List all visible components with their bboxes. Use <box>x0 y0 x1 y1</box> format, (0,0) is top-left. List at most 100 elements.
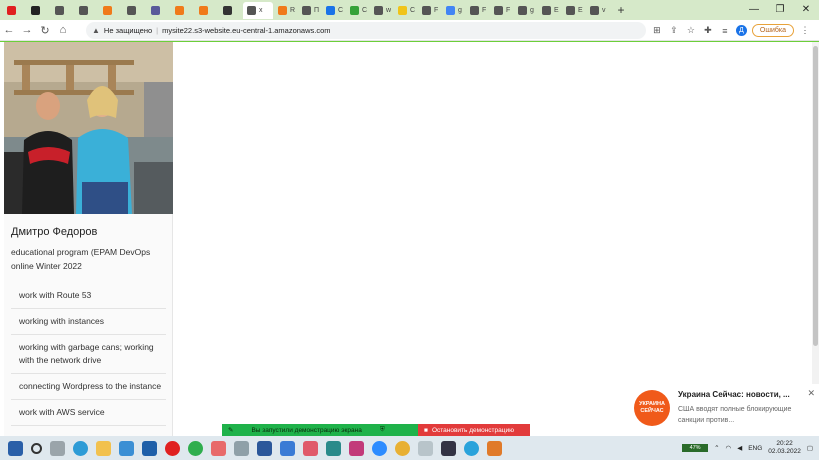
opera-icon[interactable] <box>165 440 180 456</box>
app-teal-icon[interactable] <box>326 440 341 456</box>
menu-item-wordpress[interactable]: connecting Wordpress to the instance <box>11 374 166 400</box>
browser-tab[interactable]: g <box>442 2 465 19</box>
clock-time: 20:22 <box>776 440 793 447</box>
chevron-up-icon[interactable]: ⌃ <box>714 444 719 452</box>
browser-tab[interactable]: x <box>243 1 273 19</box>
tab-favicon-icon <box>127 5 136 15</box>
screen-share-bar: ✎ Вы запустили демонстрацию экрана ⛨ ■ О… <box>222 424 530 436</box>
url-text[interactable]: mysite22.s3-website.eu-central-1.amazona… <box>162 26 330 35</box>
browser-tab[interactable]: C <box>346 2 369 19</box>
clock[interactable]: 20:22 02.03.2022 <box>768 440 801 456</box>
browser-tab[interactable]: g <box>514 2 537 19</box>
app-pink-icon[interactable] <box>303 440 318 456</box>
browser-tab[interactable]: v <box>586 2 609 19</box>
translate-icon[interactable]: ⊞ <box>651 25 663 36</box>
home-icon[interactable]: ⌂ <box>54 24 72 36</box>
page-scrollbar[interactable] <box>812 42 819 436</box>
menu-item-route53[interactable]: work with Route 53 <box>11 283 166 309</box>
browser-tab[interactable] <box>147 2 170 19</box>
close-icon[interactable]: ✕ <box>793 0 819 20</box>
profile-avatar[interactable]: Д <box>735 25 747 36</box>
search-icon[interactable] <box>31 442 42 454</box>
browser-tab[interactable] <box>171 2 194 19</box>
minimize-icon[interactable]: — <box>741 0 767 20</box>
explorer-icon[interactable] <box>96 440 111 456</box>
wifi-icon[interactable]: ◠ <box>726 444 732 452</box>
browser-tab[interactable] <box>195 2 218 19</box>
tab-label: F <box>434 6 439 14</box>
browser-tab[interactable]: F <box>466 2 489 19</box>
browser-tab[interactable] <box>3 2 26 19</box>
browser-tab[interactable]: E <box>562 2 585 19</box>
news-notification[interactable]: УКРАИНА СЕЙЧАС Украина Сейчас: новости, … <box>628 384 819 436</box>
browser-tab[interactable]: F <box>418 2 441 19</box>
address-bar[interactable]: ▲ Не защищено | mysite22.s3-website.eu-c… <box>86 22 646 39</box>
menu-dots-icon[interactable]: ⋮ <box>799 25 811 36</box>
sidebar-menu: work with Route 53 working with instance… <box>11 283 166 426</box>
back-icon[interactable]: ← <box>0 24 18 36</box>
task-view-icon[interactable] <box>50 440 65 456</box>
app-l-icon[interactable] <box>119 440 134 456</box>
forward-icon[interactable]: → <box>18 24 36 36</box>
language-indicator[interactable]: ENG <box>748 445 762 452</box>
tab-favicon-icon <box>103 5 112 15</box>
tab-favicon-icon <box>494 5 503 15</box>
restore-icon[interactable]: ❐ <box>767 0 793 20</box>
app-gray-icon[interactable] <box>234 440 249 456</box>
telegram-icon[interactable] <box>464 440 479 456</box>
menu-item-aws-service[interactable]: work with AWS service <box>11 400 166 426</box>
app-purple-icon[interactable] <box>349 440 364 456</box>
app-light-icon[interactable] <box>418 440 433 456</box>
battery-indicator[interactable]: 47% <box>682 444 709 452</box>
zoom-icon[interactable] <box>372 440 387 456</box>
error-button[interactable]: Ошибка <box>751 24 794 37</box>
notifications-icon[interactable]: ▢ <box>807 444 813 452</box>
menu-item-instances[interactable]: working with instances <box>11 309 166 335</box>
browser-tab[interactable] <box>219 2 242 19</box>
chrome-icon[interactable] <box>395 440 410 456</box>
reload-icon[interactable]: ↻ <box>36 24 54 37</box>
close-icon[interactable]: ✕ <box>807 388 815 399</box>
tab-label: П <box>314 6 320 14</box>
tab-favicon-icon <box>79 5 88 15</box>
menu-item-garbage-cans[interactable]: working with garbage cans; working with … <box>11 335 166 374</box>
tab-favicon-icon <box>374 5 383 15</box>
app-dark-icon[interactable] <box>441 440 456 456</box>
browser-tab[interactable]: E <box>538 2 561 19</box>
app-blue-icon[interactable] <box>280 440 295 456</box>
profile-subtitle: educational program (EPAM DevOps online … <box>11 247 151 271</box>
volume-icon[interactable]: ◀ <box>737 444 742 452</box>
extensions-icon[interactable]: ✚ <box>702 25 714 36</box>
tab-label: E <box>578 6 583 14</box>
mail-icon[interactable] <box>142 440 157 456</box>
share-icon[interactable]: ⇪ <box>668 25 680 36</box>
browser-tab[interactable]: C <box>394 2 417 19</box>
browser-tab[interactable] <box>51 2 74 19</box>
browser-tab[interactable]: F <box>490 2 513 19</box>
tab-label: C <box>410 6 416 14</box>
app-orange-icon[interactable] <box>487 440 502 456</box>
word-icon[interactable] <box>257 440 272 456</box>
browser-tab[interactable]: C <box>322 2 345 19</box>
browser-tab[interactable] <box>75 2 98 19</box>
browser-tab[interactable] <box>27 2 50 19</box>
browser-tab[interactable]: w <box>370 2 393 19</box>
tab-favicon-icon <box>223 5 232 15</box>
reading-list-icon[interactable]: ≡ <box>719 26 731 36</box>
browser-tab[interactable]: R <box>274 2 297 19</box>
edge-icon[interactable] <box>73 440 88 456</box>
browser-tab[interactable] <box>99 2 122 19</box>
tab-favicon-icon <box>470 5 479 15</box>
clock-date: 02.03.2022 <box>768 448 801 455</box>
tab-favicon-icon <box>278 5 287 15</box>
app-red-icon[interactable] <box>211 440 226 456</box>
tab-favicon-icon <box>175 5 184 15</box>
scrollbar-thumb[interactable] <box>813 46 818 346</box>
browser-tab[interactable]: П <box>298 2 321 19</box>
browser-tab[interactable] <box>123 2 146 19</box>
windows-start-icon[interactable] <box>8 440 23 456</box>
stop-share-button[interactable]: ■ Остановить демонстрацию <box>418 424 530 436</box>
new-tab-button[interactable]: + <box>614 3 628 17</box>
bookmark-star-icon[interactable]: ☆ <box>685 25 697 36</box>
app-green-icon[interactable] <box>188 440 203 456</box>
